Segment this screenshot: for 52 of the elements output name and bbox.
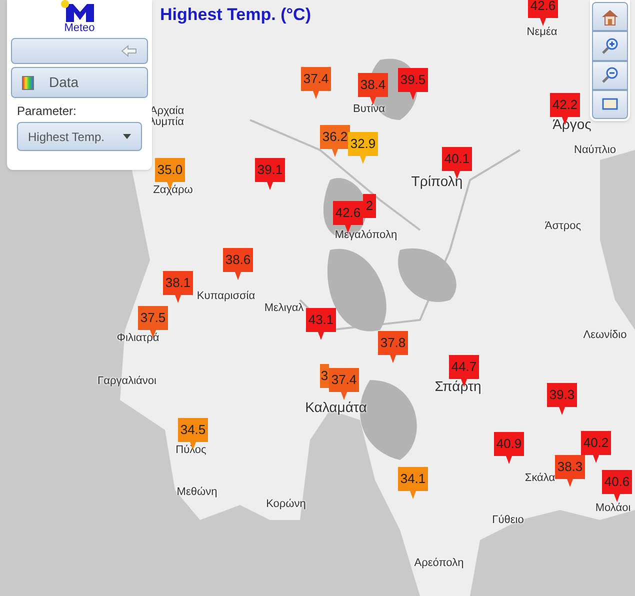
town-label: Βυτίνα [353, 104, 385, 115]
temperature-marker[interactable]: 36.2 [320, 125, 350, 157]
town-label: Λεωνίδιο [583, 330, 627, 341]
home-button[interactable] [592, 2, 628, 32]
town-label: Σκάλα [524, 473, 556, 484]
town-label: Ναύπλιο [574, 145, 616, 156]
parameter-label: Parameter: [16, 103, 78, 120]
temperature-marker[interactable]: 2 [363, 194, 376, 218]
temperature-marker[interactable]: 3 [320, 364, 329, 388]
caret-icon [123, 134, 131, 139]
zoom-in-icon [601, 36, 619, 55]
town-label: Νεμέα [526, 27, 558, 38]
zoom-out-button[interactable] [592, 60, 628, 90]
town-label: Μεγαλόπολη [334, 230, 398, 241]
temperature-marker[interactable]: 37.4 [301, 67, 331, 99]
parameter-select[interactable]: Highest Temp. [17, 122, 142, 151]
town-label: Μεθώνη [176, 487, 218, 498]
temperature-marker[interactable]: 37.8 [378, 331, 408, 363]
arrow-left-icon [121, 45, 137, 57]
color-scale-icon [22, 76, 34, 90]
town-label: Γύθειο [492, 515, 524, 526]
town-label: Μελιγαλ [264, 303, 304, 314]
temperature-marker[interactable]: 39.3 [547, 383, 577, 415]
temperature-marker[interactable]: 43.1 [306, 308, 336, 340]
map-title: Highest Temp. (°C) [160, 4, 311, 26]
town-label: Άστρος [544, 221, 582, 232]
temperature-marker[interactable]: 40.6 [602, 470, 632, 502]
town-label: Αρχαία [150, 106, 184, 117]
temperature-marker[interactable]: 32.9 [348, 132, 378, 164]
temperature-marker[interactable]: 37.4 [329, 368, 359, 400]
logo-text: Meteo [64, 22, 95, 34]
temperature-marker[interactable]: 39.1 [255, 158, 285, 190]
temperature-marker[interactable]: 34.1 [398, 467, 428, 499]
temperature-marker[interactable]: 38.6 [223, 248, 253, 280]
temperature-marker[interactable]: 42.6 [528, 0, 558, 26]
zoom-out-icon [601, 66, 619, 84]
town-label: Γαργαλιάνοι [98, 376, 156, 387]
temperature-marker[interactable]: 38.1 [163, 271, 193, 303]
town-label: Μολάοι [595, 503, 631, 514]
zoom-in-button[interactable] [592, 31, 628, 60]
town-label: Κορώνη [266, 499, 306, 510]
town-label: Αρεόπολη [414, 558, 464, 569]
temperature-marker[interactable]: 40.9 [494, 432, 524, 464]
full-extent-icon [601, 97, 619, 112]
temperature-marker[interactable]: 38.3 [555, 455, 585, 487]
town-label: Κυπαρισσία [196, 291, 256, 302]
data-button[interactable]: Data [11, 67, 148, 98]
home-icon [601, 8, 619, 26]
town-label: Καλαμάτα [305, 400, 367, 414]
full-extent-button[interactable] [592, 90, 628, 119]
temperature-marker[interactable]: 38.4 [358, 73, 388, 105]
temperature-marker[interactable]: 40.2 [581, 431, 611, 463]
